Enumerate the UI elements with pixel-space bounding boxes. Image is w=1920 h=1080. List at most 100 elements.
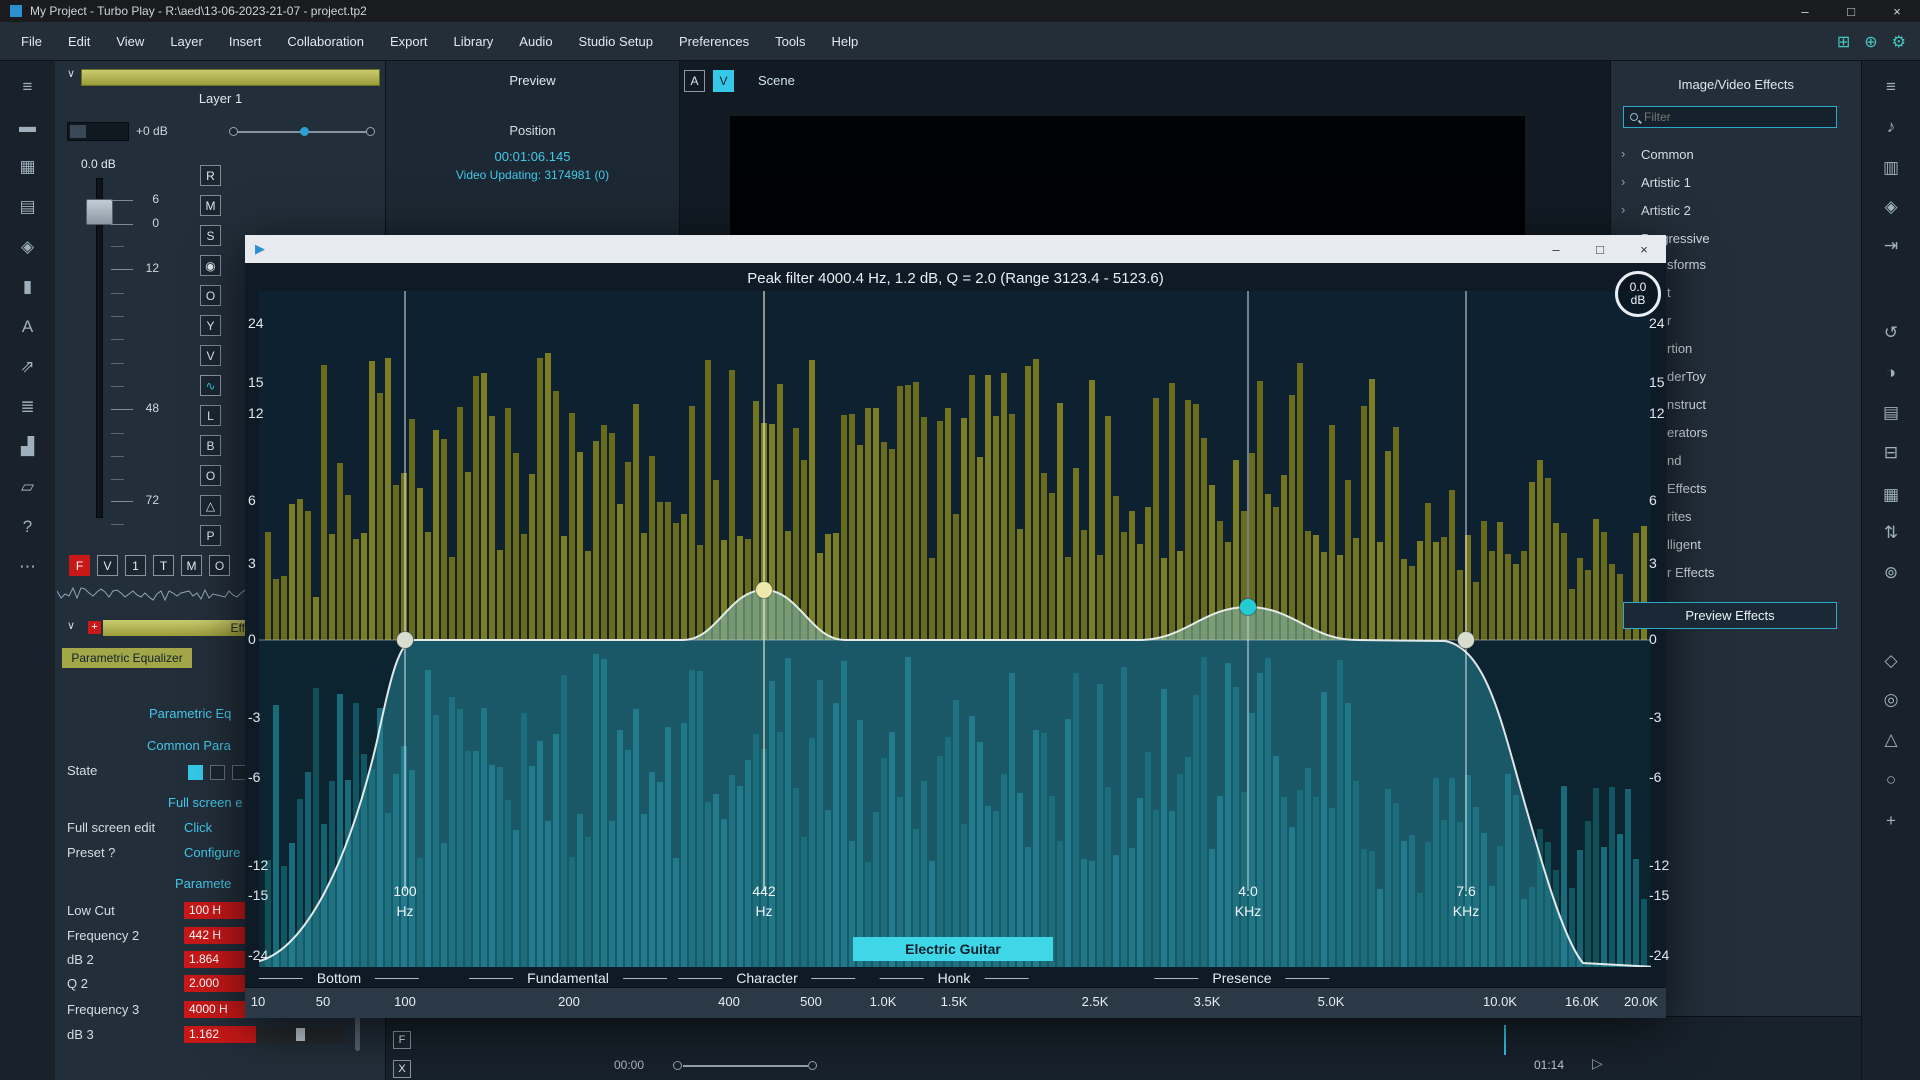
timeline-range-handle[interactable] xyxy=(673,1061,682,1070)
grid2-icon[interactable]: ▦ xyxy=(1871,478,1911,512)
diamond-icon[interactable]: ◇ xyxy=(1871,644,1911,678)
fx-m-button[interactable]: M xyxy=(181,555,202,576)
menu-icon[interactable]: ≡ xyxy=(8,67,48,107)
menu-item-view[interactable]: View xyxy=(103,22,157,60)
filter-input[interactable] xyxy=(1644,110,1830,124)
param-value-db-3[interactable]: 1.162 xyxy=(184,1026,344,1043)
solo-button[interactable]: S xyxy=(200,225,221,246)
menu-item-edit[interactable]: Edit xyxy=(55,22,103,60)
fx-o-button[interactable]: O xyxy=(209,555,230,576)
menu-icon[interactable]: ≡ xyxy=(1871,70,1911,104)
menu-item-file[interactable]: File xyxy=(8,22,55,60)
sort-icon[interactable]: ⇅ xyxy=(1871,516,1911,550)
common-params-link[interactable]: Common Para xyxy=(147,738,231,753)
gain-knob[interactable]: 0.0 dB xyxy=(1615,271,1661,317)
list-icon[interactable]: ≣ xyxy=(8,387,48,427)
collapse-chevron-icon[interactable]: ∨ xyxy=(67,67,75,80)
effects-category-occluded[interactable]: rites xyxy=(1667,509,1692,524)
timeline-x-button[interactable]: X xyxy=(393,1060,411,1078)
volume-fader-track[interactable] xyxy=(96,178,103,518)
triangle-button[interactable]: △ xyxy=(200,495,221,516)
menu-item-export[interactable]: Export xyxy=(377,22,441,60)
menu-item-tools[interactable]: Tools xyxy=(762,22,818,60)
add-effect-button[interactable]: + xyxy=(88,621,101,634)
pan-slider-handle[interactable] xyxy=(300,127,309,136)
fx-f-button[interactable]: F xyxy=(69,555,90,576)
effects-filter-box[interactable] xyxy=(1623,106,1837,128)
b-button[interactable]: B xyxy=(200,435,221,456)
chart-icon[interactable]: ▟ xyxy=(8,427,48,467)
circle-icon[interactable]: ○ xyxy=(1871,763,1911,797)
effects-icon[interactable]: ◈ xyxy=(8,227,48,267)
target-icon[interactable]: ⊚ xyxy=(1871,556,1911,590)
layer-color-bar[interactable] xyxy=(81,69,380,86)
effects-category-artistic-1[interactable]: › Artistic 1 xyxy=(1611,172,1861,196)
effects-category-occluded[interactable]: nd xyxy=(1667,453,1681,468)
visibility-eye-button[interactable]: ◉ xyxy=(200,255,221,276)
plugin-header-link[interactable]: Parametric Eq xyxy=(149,706,231,721)
effects-category-artistic-2[interactable]: › Artistic 2 xyxy=(1611,200,1861,224)
maximize-button[interactable]: □ xyxy=(1828,0,1874,22)
sparkle-icon[interactable]: ◈ xyxy=(1871,190,1911,224)
dialog-close-button[interactable]: × xyxy=(1622,235,1666,263)
dialog-maximize-button[interactable]: □ xyxy=(1578,235,1622,263)
menu-item-preferences[interactable]: Preferences xyxy=(666,22,762,60)
y-button[interactable]: Y xyxy=(200,315,221,336)
fullscreen-edit-click[interactable]: Click xyxy=(184,820,212,835)
collapse-chevron-icon[interactable]: ∨ xyxy=(67,619,75,632)
community-icon[interactable]: ⊕ xyxy=(1864,32,1877,52)
menu-item-layer[interactable]: Layer xyxy=(157,22,216,60)
state-checkbox[interactable] xyxy=(210,765,225,780)
output-button[interactable]: O xyxy=(200,285,221,306)
audio-toggle-button[interactable]: A xyxy=(684,70,705,92)
plugin-chip[interactable]: Parametric Equalizer xyxy=(62,648,192,668)
menu-item-studio-setup[interactable]: Studio Setup xyxy=(566,22,666,60)
eq-preset-tag[interactable]: Electric Guitar xyxy=(853,937,1053,961)
music-icon[interactable]: ♪ xyxy=(1871,110,1911,144)
grid-icon[interactable]: ▦ xyxy=(8,147,48,187)
triangle-icon[interactable]: △ xyxy=(1871,723,1911,757)
plus-icon[interactable]: + xyxy=(1871,804,1911,838)
p-button[interactable]: P xyxy=(200,525,221,546)
help-icon[interactable]: ? xyxy=(8,507,48,547)
equalizer-icon[interactable]: ▥ xyxy=(1871,151,1911,185)
timeline-playhead[interactable] xyxy=(1504,1025,1506,1055)
contrast-icon[interactable]: ◑ xyxy=(1871,356,1911,390)
effects-category-occluded[interactable]: t xyxy=(1667,285,1671,300)
parameters-header-link[interactable]: Paramete xyxy=(175,876,231,891)
eq-point-handle[interactable] xyxy=(755,581,773,599)
effects-category-occluded[interactable]: rtion xyxy=(1667,341,1692,356)
settings-gear-icon[interactable]: ⚙ xyxy=(1892,32,1906,52)
gain-box[interactable] xyxy=(67,122,129,141)
record-icon[interactable]: ◎ xyxy=(1871,683,1911,717)
play-icon[interactable]: ▷ xyxy=(1592,1055,1603,1072)
preview-effects-button[interactable]: Preview Effects xyxy=(1623,602,1837,629)
menu-item-collaboration[interactable]: Collaboration xyxy=(274,22,377,60)
pan-slider-dot[interactable] xyxy=(366,127,375,136)
levels-icon[interactable]: ▮ xyxy=(8,267,48,307)
eq-curve-button[interactable]: ∿ xyxy=(200,375,221,396)
eq-spectrum-display[interactable] xyxy=(259,291,1651,967)
plugin-icon[interactable]: ⊞ xyxy=(1837,32,1850,52)
preset-configure-link[interactable]: Configure xyxy=(184,845,240,860)
monitor-icon[interactable]: ⊟ xyxy=(1871,436,1911,470)
effects-category-occluded[interactable]: lligent xyxy=(1667,537,1701,552)
folder-icon[interactable]: ▱ xyxy=(8,467,48,507)
close-button[interactable]: × xyxy=(1874,0,1920,22)
more-icon[interactable]: ⋯ xyxy=(8,547,48,587)
fx-v-button[interactable]: V xyxy=(97,555,118,576)
dialog-minimize-button[interactable]: – xyxy=(1534,235,1578,263)
eq-point-handle[interactable] xyxy=(396,631,414,649)
timeline-range-handle[interactable] xyxy=(808,1061,817,1070)
effects-category-occluded[interactable]: erators xyxy=(1667,425,1707,440)
video-toggle-button[interactable]: V xyxy=(713,70,734,92)
record-arm-button[interactable]: R xyxy=(200,165,221,186)
scene-label[interactable]: Scene xyxy=(758,73,795,88)
state-checkbox-on[interactable] xyxy=(188,765,203,780)
history-icon[interactable]: ↺ xyxy=(1871,316,1911,350)
menu-item-insert[interactable]: Insert xyxy=(216,22,275,60)
menu-item-library[interactable]: Library xyxy=(441,22,507,60)
effects-category-common[interactable]: › Common xyxy=(1611,144,1861,168)
effect-track-bar[interactable]: Eff xyxy=(103,620,248,636)
eq-point-handle[interactable] xyxy=(1457,631,1475,649)
